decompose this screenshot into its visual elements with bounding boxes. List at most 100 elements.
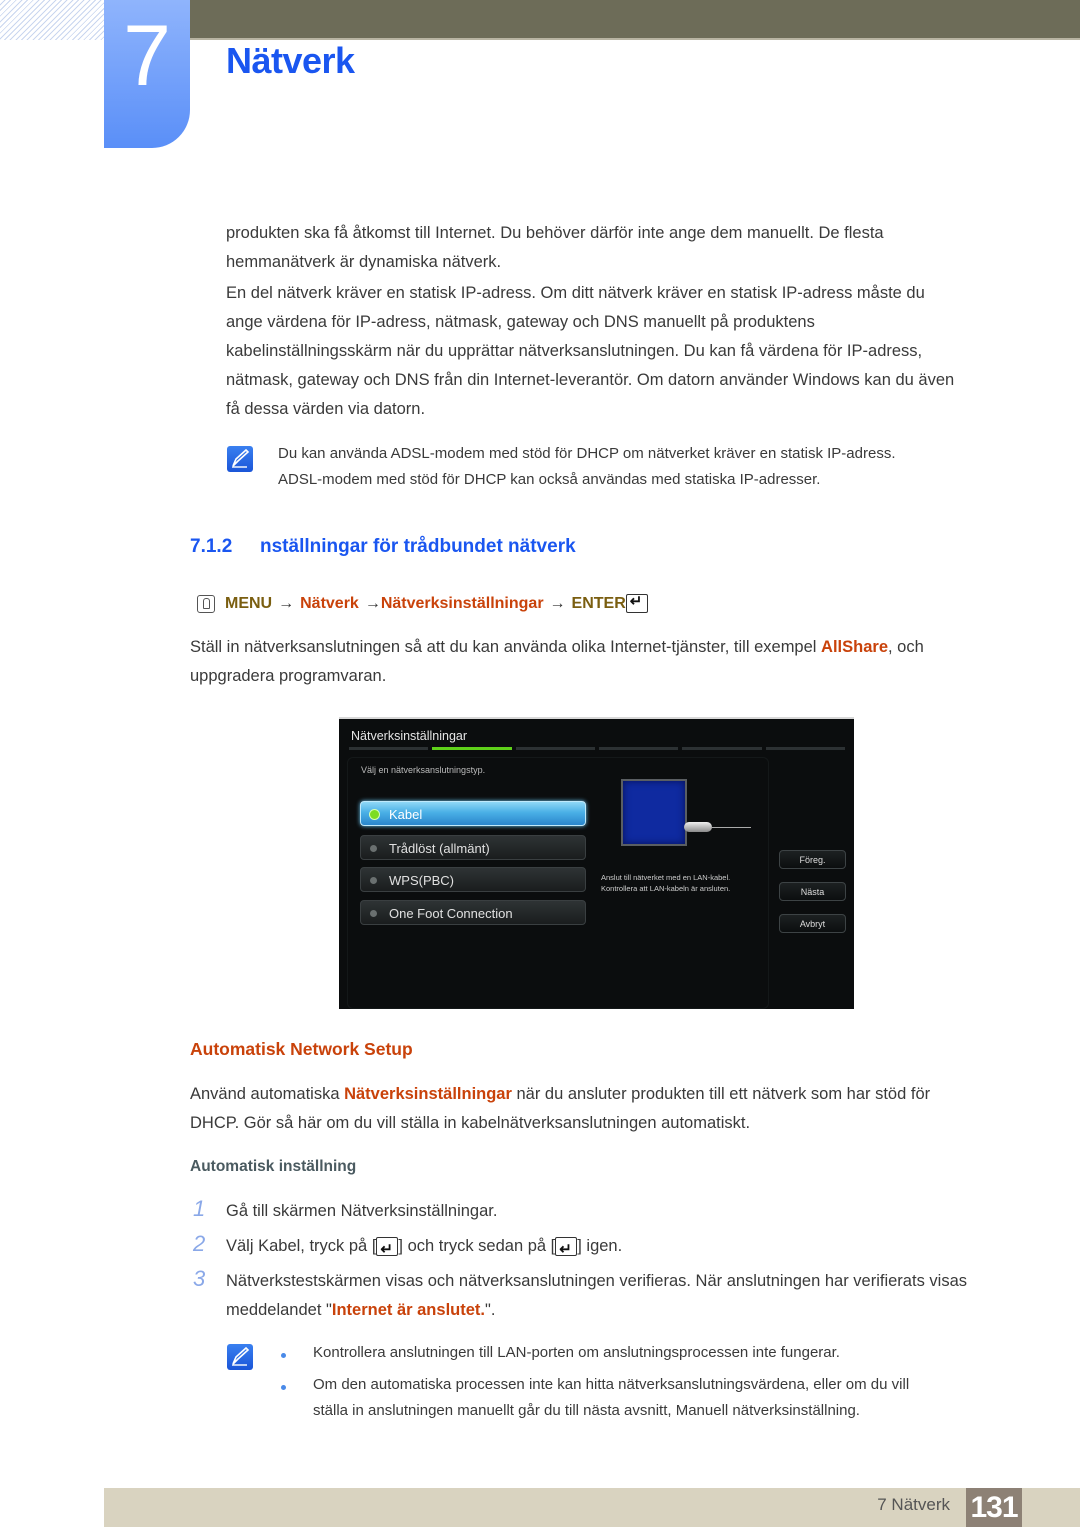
tv-description: Anslut till nätverket med en LAN-kabel. … <box>601 872 730 894</box>
text-line: ställa in anslutningen manuellt går du t… <box>313 1402 860 1419</box>
auto-setup-body: Använd automatiska Nätverksinställningar… <box>190 1080 930 1138</box>
subsection-heading: Automatisk Network Setup <box>190 1039 413 1059</box>
option-tradlost[interactable]: Trådlöst (allmänt) <box>360 835 586 860</box>
note-item: Om den automatiska processen inte kan hi… <box>313 1372 909 1424</box>
status-dot-icon <box>370 877 377 884</box>
text-line: uppgradera programvaran. <box>190 667 387 685</box>
progress-step-6 <box>765 747 845 750</box>
text-line: Använd automatiska Nätverksinställningar… <box>190 1080 930 1109</box>
menu-path: MENU → Nätverk → Nätverksinställningar →… <box>197 592 648 613</box>
note-item: Kontrollera anslutningen till LAN-porten… <box>313 1344 840 1361</box>
text-line: DHCP. Gör så här om du vill ställa in ka… <box>190 1114 751 1132</box>
text-line: kabelinställningsskärm när du upprättar … <box>226 342 923 360</box>
next-button[interactable]: Nästa <box>779 882 846 901</box>
progress-step-2 <box>432 747 512 750</box>
page-number: 131 <box>966 1488 1022 1527</box>
tv-progress-tabs <box>349 747 845 750</box>
menu-path-enter: ENTER <box>571 594 626 612</box>
text-span: ] och tryck sedan på [ <box>398 1237 556 1255</box>
step-3-text: Nätverkstestskärmen visas och nätverksan… <box>226 1267 967 1325</box>
bullet-icon <box>281 1385 286 1390</box>
status-dot-icon <box>370 910 377 917</box>
arrow-icon: → <box>278 594 295 612</box>
text-line: Kontrollera att LAN-kabeln är ansluten. <box>601 884 731 893</box>
text-span: , och <box>888 638 924 656</box>
status-dot-icon <box>369 809 380 820</box>
lan-plug-icon <box>684 822 712 832</box>
step-number: 1 <box>193 1196 206 1221</box>
progress-step-4 <box>598 747 679 750</box>
menu-path-menu: MENU <box>225 594 273 612</box>
intro-paragraph-1: produkten ska få åtkomst till Internet. … <box>226 219 884 277</box>
text-span: Välj Kabel, tryck på [ <box>226 1237 377 1255</box>
step-number: 3 <box>193 1266 206 1291</box>
remote-hand-icon <box>197 594 215 613</box>
text-span: ] igen. <box>577 1237 623 1255</box>
prev-button[interactable]: Föreg. <box>779 850 846 869</box>
header-bar <box>190 0 1080 40</box>
progress-step-1 <box>349 747 429 750</box>
progress-step-5 <box>682 747 762 750</box>
option-label: WPS(PBC) <box>389 873 454 888</box>
text-line: Om den automatiska processen inte kan hi… <box>313 1376 910 1393</box>
text-line: ange värdena för IP-adress, nätmask, gat… <box>226 313 815 331</box>
option-kabel[interactable]: Kabel <box>360 801 586 826</box>
procedure-heading: Automatisk inställning <box>190 1158 357 1175</box>
text-line: produkten ska få åtkomst till Internet. … <box>226 224 884 242</box>
note-icon <box>227 1344 253 1370</box>
text-line: En del nätverk kräver en statisk IP-adre… <box>226 284 925 302</box>
option-wps-pbc[interactable]: WPS(PBC) <box>360 867 586 892</box>
allshare-highlight: AllShare <box>821 638 888 656</box>
lan-cable-icon <box>711 827 751 828</box>
text-line: nätmask, gateway och DNS från din Intern… <box>226 371 955 389</box>
chapter-title: Nätverk <box>226 40 355 81</box>
text-span: när du ansluter produkten till ett nätve… <box>511 1085 931 1103</box>
text-line: hemmanätverk är dynamiska nätverk. <box>226 253 502 271</box>
status-dot-icon <box>370 845 377 852</box>
chapter-number: 7 <box>123 8 171 104</box>
tv-prompt: Välj en nätverksanslutningstyp. <box>361 765 486 775</box>
intro-paragraph-2: En del nätverk kräver en statisk IP-adre… <box>226 279 954 424</box>
arrow-icon: → <box>364 594 381 612</box>
enter-key-icon <box>376 1235 399 1264</box>
menu-path-network: Nätverk <box>300 594 359 612</box>
network-settings-screenshot: Nätverksinställningar Välj en nätverksan… <box>339 717 854 1009</box>
intro-note: Du kan använda ADSL-modem med stöd för D… <box>278 441 896 493</box>
tv-device-illustration <box>621 779 687 846</box>
text-span: Använd automatiska <box>190 1085 345 1103</box>
text-line: Anslut till nätverket med en LAN-kabel. <box>601 873 731 882</box>
progress-step-3 <box>515 747 595 750</box>
text-line: ADSL-modem med stöd för DHCP kan också a… <box>278 471 821 488</box>
arrow-icon: → <box>549 594 566 612</box>
internet-connected-highlight: Internet är anslutet. <box>331 1301 485 1319</box>
footer-chapter-label: 7 Nätverk <box>877 1495 950 1514</box>
enter-key-icon <box>555 1235 578 1264</box>
step-2-text: Välj Kabel, tryck på [ ] och tryck sedan … <box>226 1232 623 1264</box>
text-span: ". <box>484 1301 496 1319</box>
option-one-foot-connection[interactable]: One Foot Connection <box>360 900 586 925</box>
header-hatch-decoration <box>0 0 104 40</box>
enter-key-icon <box>625 592 648 613</box>
section-body: Ställ in nätverksanslutningen så att du … <box>190 633 924 691</box>
note-icon <box>227 446 253 472</box>
section-title: nställningar för trådbundet nätverk <box>260 536 576 557</box>
cancel-button[interactable]: Avbryt <box>779 914 846 933</box>
text-line: Ställ in nätverksanslutningen så att du … <box>190 633 924 662</box>
section-number: 7.1.2 <box>190 536 233 557</box>
text-span: meddelandet " <box>226 1301 332 1319</box>
section-heading: 7.1.2 nställningar för trådbundet nätverk <box>190 536 576 558</box>
text-line: Nätverkstestskärmen visas och nätverksan… <box>226 1272 967 1290</box>
option-label: One Foot Connection <box>389 906 513 921</box>
text-line: meddelandet "Internet är anslutet.". <box>226 1296 967 1325</box>
menu-path-network-settings: Nätverksinställningar <box>380 594 544 612</box>
step-number: 2 <box>193 1231 206 1256</box>
tv-screen-title: Nätverksinställningar <box>351 729 468 743</box>
option-label: Trådlöst (allmänt) <box>389 841 490 856</box>
text-line: få dessa värden via datorn. <box>226 400 426 418</box>
bullet-icon <box>281 1353 286 1358</box>
network-settings-highlight: Nätverksinställningar <box>344 1085 512 1103</box>
text-line: Du kan använda ADSL-modem med stöd för D… <box>278 445 896 462</box>
option-label: Kabel <box>389 807 423 822</box>
text-span: Ställ in nätverksanslutningen så att du … <box>190 638 822 656</box>
step-1-text: Gå till skärmen Nätverksinställningar. <box>226 1202 498 1220</box>
